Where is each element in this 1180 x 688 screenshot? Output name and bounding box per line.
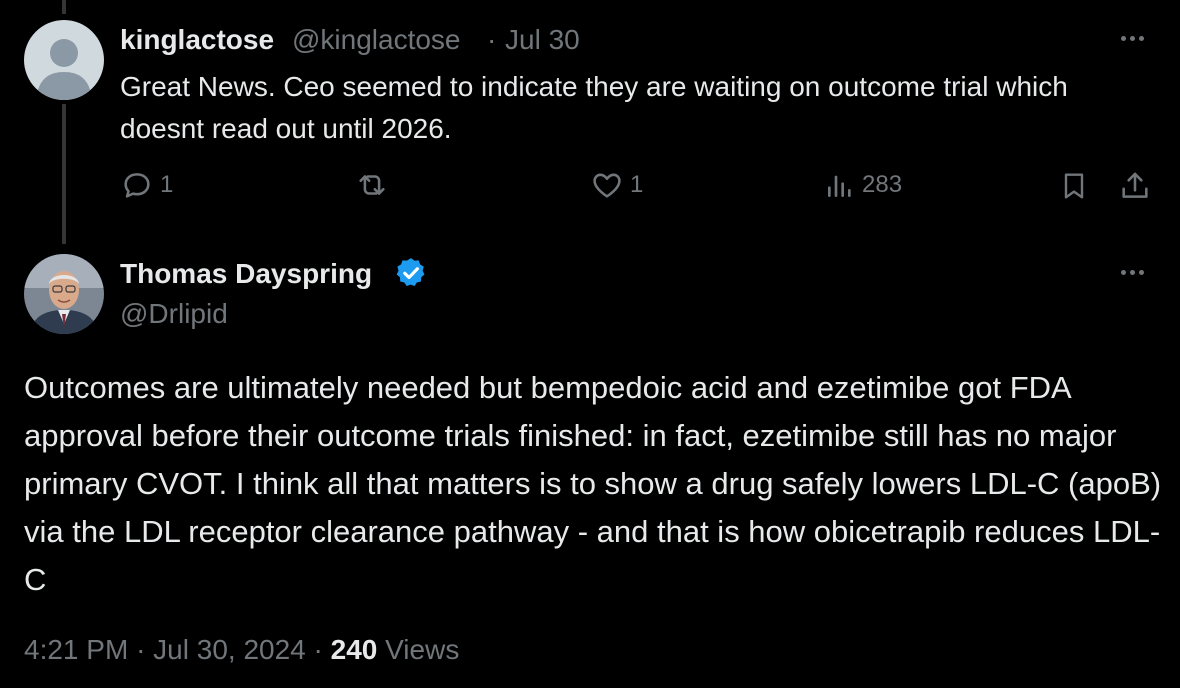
views-total[interactable]: 240: [331, 634, 378, 665]
share-button[interactable]: [1118, 168, 1152, 204]
heart-icon: [593, 173, 621, 198]
repost-button[interactable]: [354, 168, 396, 202]
verified-badge-icon[interactable]: [394, 256, 428, 290]
reply-button[interactable]: 1: [120, 168, 173, 202]
more-dot-icon: [1130, 36, 1135, 41]
reply-date[interactable]: Jul 30: [505, 24, 580, 56]
views-label: Views: [385, 634, 460, 665]
meta-separator: ·: [313, 634, 323, 665]
reply-count: 1: [160, 171, 174, 198]
reply-avatar[interactable]: [24, 20, 104, 100]
more-dot-icon: [1130, 270, 1135, 275]
reply-date-separator: ·: [487, 24, 497, 55]
comment-icon: [124, 173, 150, 198]
default-avatar-icon: [24, 20, 104, 100]
main-more-button[interactable]: [1121, 270, 1144, 275]
tweet-time[interactable]: 4:21 PM: [24, 634, 128, 665]
main-avatar[interactable]: [24, 254, 104, 334]
reply-text: Great News. Ceo seemed to indicate they …: [120, 71, 1068, 144]
views-count: 283: [862, 171, 903, 198]
tweet-meta: 4:21 PM · Jul 30, 2024 · 240 Views: [24, 634, 459, 666]
more-dot-icon: [1121, 36, 1126, 41]
like-count: 1: [630, 171, 644, 198]
like-button[interactable]: 1: [590, 168, 643, 202]
reply-more-button[interactable]: [1121, 36, 1144, 41]
main-handle[interactable]: @Drlipid: [120, 298, 228, 330]
reply-action-bar: 1 1 283: [0, 168, 1180, 208]
meta-separator: ·: [136, 634, 146, 665]
tweet-date[interactable]: Jul 30, 2024: [153, 634, 306, 665]
reply-display-name[interactable]: kinglactose: [120, 24, 274, 56]
views-chart-icon: [828, 175, 851, 197]
thread-connector-top: [62, 0, 66, 14]
views-button[interactable]: 283: [824, 168, 902, 202]
more-dot-icon: [1139, 36, 1144, 41]
repost-icon: [359, 175, 385, 195]
reply-handle[interactable]: @kinglactose: [292, 24, 461, 56]
bookmark-icon: [1064, 173, 1084, 199]
profile-photo: [24, 254, 104, 334]
more-dot-icon: [1139, 270, 1144, 275]
more-dot-icon: [1121, 270, 1126, 275]
main-tweet-text: Outcomes are ultimately needed but bempe…: [24, 370, 1162, 597]
share-icon: [1122, 172, 1148, 198]
bookmark-button[interactable]: [1058, 168, 1090, 204]
main-display-name[interactable]: Thomas Dayspring: [120, 258, 372, 290]
